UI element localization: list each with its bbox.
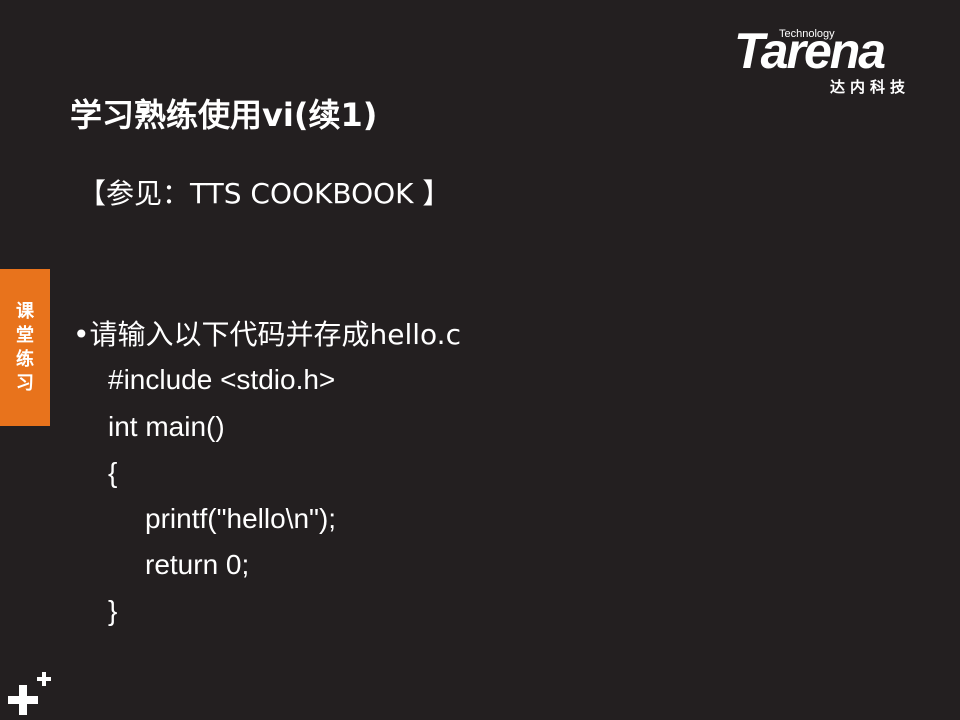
instruction-bullet: •请输入以下代码并存成hello.c bbox=[73, 318, 461, 351]
side-tab-char: 练 bbox=[16, 348, 34, 370]
logo-technology-text: Technology bbox=[779, 28, 835, 40]
plus-icon bbox=[8, 672, 51, 715]
tarena-logo: Tarena Technology 达内科技 bbox=[734, 26, 930, 100]
code-line-close-brace: } bbox=[108, 595, 118, 626]
logo-chinese-text: 达内科技 bbox=[830, 78, 911, 96]
code-line-return: return 0; bbox=[145, 549, 250, 580]
code-line-open-brace: { bbox=[108, 457, 118, 488]
side-tab-char: 习 bbox=[16, 372, 34, 394]
code-line-printf: printf("hello\n"); bbox=[145, 503, 337, 534]
side-tab-char: 堂 bbox=[16, 324, 34, 346]
side-tab-classroom-practice: 课 堂 练 习 bbox=[0, 269, 50, 426]
code-line-include: #include <stdio.h> bbox=[108, 364, 336, 395]
slide: Tarena Technology 达内科技 学习熟练使用vi(续1) 【参见：… bbox=[0, 0, 960, 720]
side-tab-char: 课 bbox=[16, 300, 34, 322]
slide-title: 学习熟练使用vi(续1) bbox=[70, 96, 378, 134]
code-line-main: int main() bbox=[108, 411, 225, 442]
reference-note: 【参见：TTS COOKBOOK 】 bbox=[78, 177, 451, 210]
